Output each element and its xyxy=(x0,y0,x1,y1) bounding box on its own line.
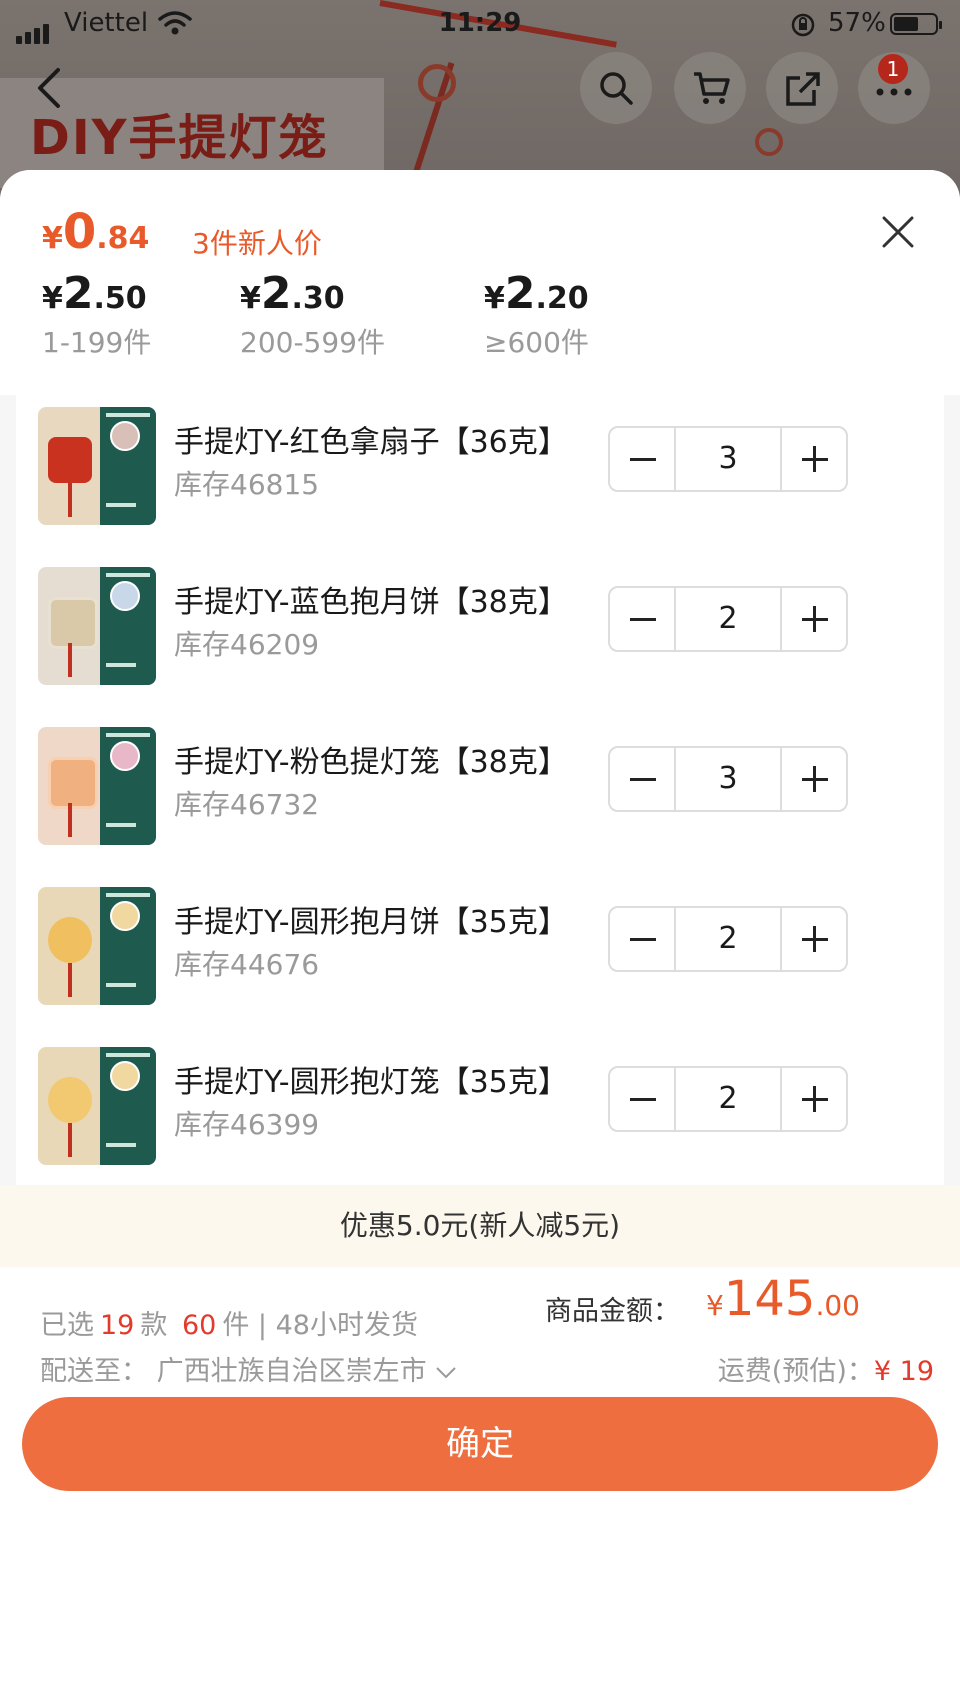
quantity-stepper: 3 xyxy=(608,426,848,492)
sku-row: 手提灯Y-蓝色抱月饼【38克】 库存46209 2 xyxy=(16,555,944,695)
status-bar: Viettel 11:29 57% xyxy=(0,0,960,50)
increase-button[interactable] xyxy=(780,428,846,490)
sku-thumbnail xyxy=(38,1047,156,1165)
cart-button[interactable] xyxy=(674,52,746,124)
battery-percent: 57% xyxy=(828,8,886,38)
quantity-input[interactable]: 2 xyxy=(676,1068,780,1130)
sku-thumbnail xyxy=(38,567,156,685)
sku-stock: 库存46399 xyxy=(174,1108,320,1141)
sku-stock: 库存46815 xyxy=(174,468,320,501)
ship-to-selector[interactable]: 配送至： 广西壮族自治区崇左市 xyxy=(40,1349,457,1388)
sku-stock: 库存44676 xyxy=(174,948,320,981)
minus-icon xyxy=(630,1098,656,1101)
quantity-input[interactable]: 3 xyxy=(676,428,780,490)
sku-row: 手提灯Y-圆形抱灯笼【35克】 库存46399 2 xyxy=(16,1035,944,1175)
sku-selection-sheet: ¥0.84 3件新人价 ¥2.50 1-199件 ¥2.30 200-599件 … xyxy=(0,170,960,1707)
increase-button[interactable] xyxy=(780,748,846,810)
price-tier-range: 1-199件 xyxy=(42,326,152,359)
share-icon xyxy=(786,72,820,106)
sku-name: 手提灯Y-圆形抱月饼【35克】 xyxy=(174,905,568,940)
freight-estimate: 运费(预估)：¥ 19 xyxy=(717,1356,934,1387)
confirm-button[interactable]: 确定 xyxy=(22,1397,938,1491)
decrease-button[interactable] xyxy=(610,908,676,970)
discount-banner: 优惠5.0元(新人减5元) xyxy=(0,1185,960,1267)
decrease-button[interactable] xyxy=(610,748,676,810)
quantity-input[interactable]: 2 xyxy=(676,908,780,970)
price-tier-range: 200-599件 xyxy=(240,326,385,359)
minus-icon xyxy=(630,938,656,941)
sku-stock: 库存46732 xyxy=(174,788,320,821)
cart-icon xyxy=(694,72,730,104)
minus-icon xyxy=(630,618,656,621)
sku-stock: 库存46209 xyxy=(174,628,320,661)
quantity-stepper: 3 xyxy=(608,746,848,812)
increase-button[interactable] xyxy=(780,588,846,650)
minus-icon xyxy=(630,778,656,781)
quantity-input[interactable]: 3 xyxy=(676,748,780,810)
price-tier-range: ≥600件 xyxy=(484,326,589,359)
price-panel: ¥0.84 3件新人价 ¥2.50 1-199件 ¥2.30 200-599件 … xyxy=(0,170,960,395)
sku-name: 手提灯Y-粉色提灯笼【38克】 xyxy=(174,745,568,780)
lantern-ring xyxy=(755,128,783,156)
new-user-price: ¥0.84 xyxy=(42,204,150,260)
chevron-down-icon xyxy=(436,1366,456,1378)
lantern-ring xyxy=(418,64,456,102)
sku-row: 手提灯Y-红色拿扇子【36克】 库存46815 3 xyxy=(16,395,944,535)
sku-name: 手提灯Y-蓝色抱月饼【38克】 xyxy=(174,585,568,620)
close-icon[interactable] xyxy=(878,212,918,252)
sku-row: 手提灯Y-圆形抱月饼【35克】 库存44676 2 xyxy=(16,875,944,1015)
sku-name: 手提灯Y-圆形抱灯笼【35克】 xyxy=(174,1065,568,1100)
sku-thumbnail xyxy=(38,727,156,845)
amount-label: 商品金额： xyxy=(545,1296,680,1327)
clock: 11:29 xyxy=(438,8,522,38)
selected-styles-count: 19 xyxy=(100,1310,135,1341)
sku-row: 手提灯Y-粉色提灯笼【38克】 库存46732 3 xyxy=(16,715,944,855)
notification-badge: 1 xyxy=(878,54,908,84)
share-button[interactable] xyxy=(766,52,838,124)
quantity-stepper: 2 xyxy=(608,906,848,972)
decrease-button[interactable] xyxy=(610,428,676,490)
price-tier: ¥2.30 200-599件 xyxy=(240,268,385,359)
battery-icon xyxy=(890,13,942,35)
quantity-stepper: 2 xyxy=(608,1066,848,1132)
sku-name: 手提灯Y-红色拿扇子【36克】 xyxy=(174,425,568,460)
back-icon[interactable] xyxy=(28,64,76,112)
selected-items-count: 60 xyxy=(181,1310,217,1341)
order-summary: 已选 19 款 60 件 | 48小时发货 配送至： 广西壮族自治区崇左市 商品金额：… xyxy=(0,1267,960,1707)
minus-icon xyxy=(630,458,656,461)
search-button[interactable] xyxy=(580,52,652,124)
price-tier: ¥2.50 1-199件 xyxy=(42,268,152,359)
sku-list: 手提灯Y-红色拿扇子【36克】 库存46815 3 手提灯Y-蓝色抱月饼【38克… xyxy=(16,395,944,1275)
quantity-input[interactable]: 2 xyxy=(676,588,780,650)
quantity-stepper: 2 xyxy=(608,586,848,652)
freight-value: ¥ 19 xyxy=(873,1356,934,1387)
selection-summary: 已选 19 款 60 件 | 48小时发货 xyxy=(40,1310,418,1341)
total-amount: ¥145.00 xyxy=(706,1271,860,1327)
ship-to-value: 广西壮族自治区崇左市 xyxy=(156,1356,427,1387)
ship-time: | 48小时发货 xyxy=(257,1310,418,1341)
rotation-lock-icon xyxy=(791,13,815,37)
decrease-button[interactable] xyxy=(610,1068,676,1130)
search-icon xyxy=(600,72,633,105)
increase-button[interactable] xyxy=(780,908,846,970)
price-tier: ¥2.20 ≥600件 xyxy=(484,268,589,359)
increase-button[interactable] xyxy=(780,1068,846,1130)
sku-thumbnail xyxy=(38,407,156,525)
decrease-button[interactable] xyxy=(610,588,676,650)
sku-thumbnail xyxy=(38,887,156,1005)
new-user-price-note: 3件新人价 xyxy=(192,227,322,260)
